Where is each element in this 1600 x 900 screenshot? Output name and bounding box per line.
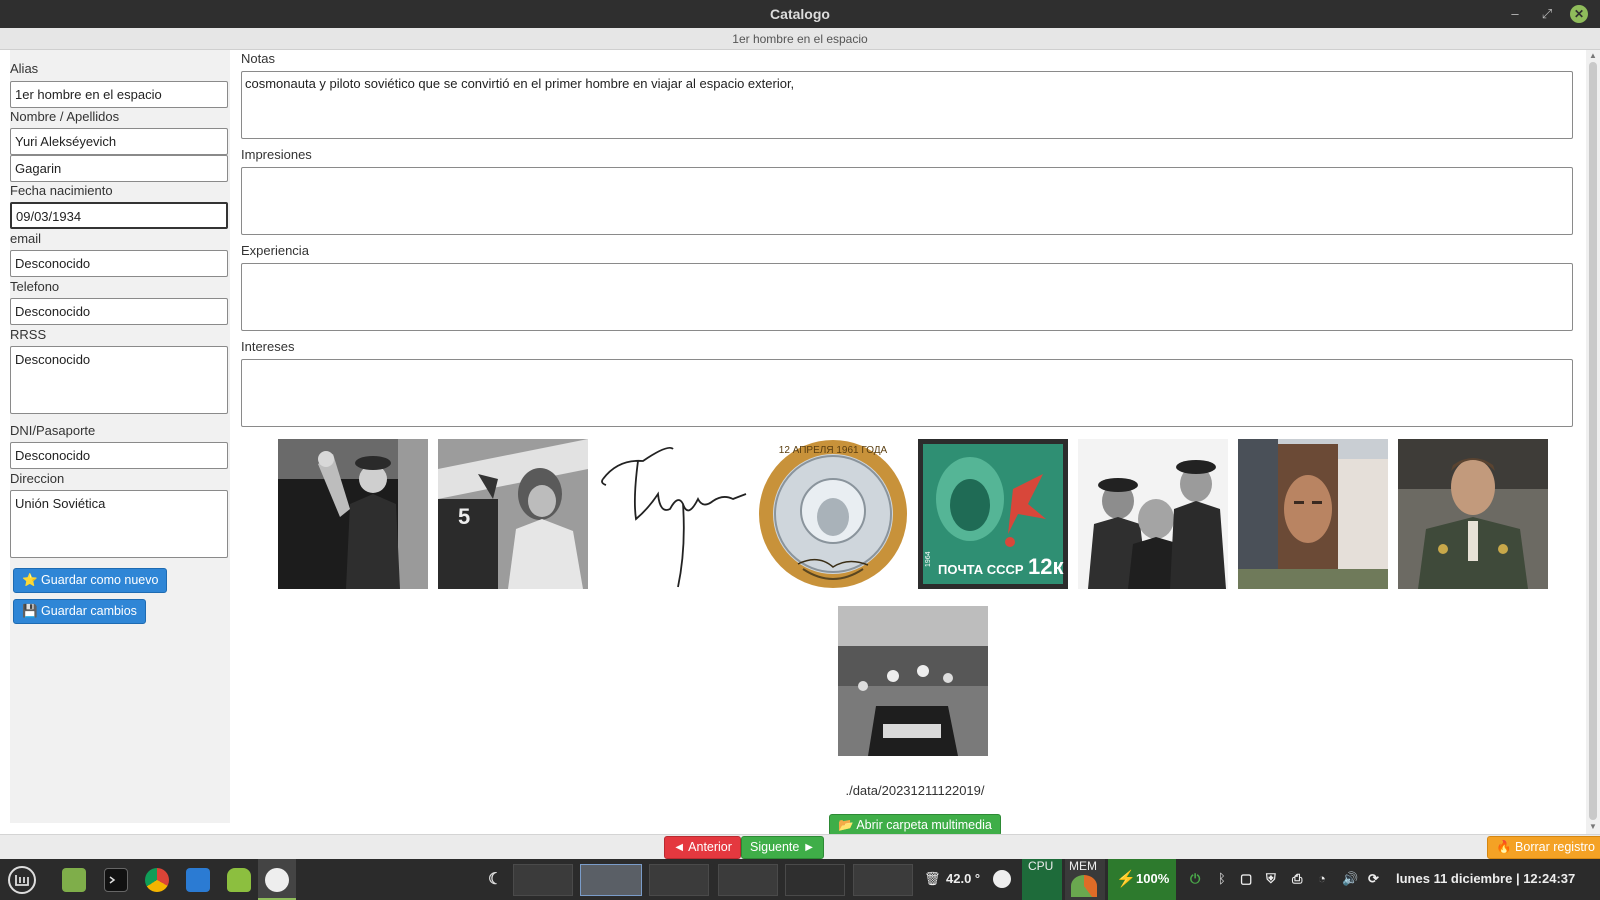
open-media-folder-button[interactable]: 📂 Abrir carpeta multimedia [829, 814, 1001, 836]
shield-icon[interactable]: ⛨ [1266, 871, 1276, 887]
record-navigation: ◄ Anterior Siguente ► 🔥 Borrar registro [0, 834, 1600, 859]
vscode-icon[interactable] [186, 868, 210, 892]
files-icon[interactable] [62, 868, 86, 892]
media-folder-path: ./data/20231211122019/ [845, 783, 985, 798]
main-area: Alias 1er hombre en el espacio Nombre / … [0, 50, 1600, 836]
window-titlebar: Catalogo – ⤢ ✕ [0, 0, 1600, 28]
temperature-readout: 42.0 ° [946, 871, 981, 886]
workspace-4[interactable] [718, 864, 778, 896]
scroll-up-icon[interactable]: ▲ [1588, 51, 1598, 60]
photo-thumbnail[interactable]: 5 [438, 439, 588, 589]
telefono-input[interactable]: Desconocido [10, 298, 228, 325]
volume-icon[interactable]: 🔊 [1342, 871, 1358, 887]
direccion-textarea[interactable]: Unión Soviética [10, 490, 228, 558]
clock-icon[interactable] [993, 870, 1011, 888]
maximize-button[interactable]: ⤢ [1538, 5, 1556, 23]
terminal-icon[interactable] [104, 868, 128, 892]
nombre-input[interactable]: Yuri Alekséyevich [10, 128, 228, 155]
bluetooth-icon[interactable]: ᛒ [1218, 871, 1226, 886]
cpu-monitor[interactable]: CPU [1022, 859, 1062, 900]
next-button[interactable]: Siguente ► [741, 836, 825, 859]
telefono-label: Telefono [10, 279, 60, 294]
intereses-label: Intereses [241, 339, 295, 354]
apellidos-input[interactable]: Gagarin [10, 155, 228, 182]
intereses-textarea[interactable] [241, 359, 1573, 427]
mem-label: MEM [1069, 859, 1097, 873]
photo-thumbnail[interactable] [1238, 439, 1388, 589]
menu-icon[interactable] [8, 866, 36, 894]
stamp-country: ПОЧТА СССР [938, 562, 1024, 577]
dni-label: DNI/Pasaporte [10, 423, 96, 438]
minimize-button[interactable]: – [1506, 5, 1524, 23]
night-mode-icon[interactable]: ☾ [488, 869, 502, 889]
wifi-icon[interactable]: ◔ [1318, 871, 1326, 886]
dni-input[interactable]: Desconocido [10, 442, 228, 469]
workspace-3[interactable] [649, 864, 709, 896]
fecha-label: Fecha nacimiento [10, 183, 113, 198]
email-label: email [10, 231, 42, 246]
clipboard-icon[interactable]: ▢ [1240, 871, 1252, 887]
photo-thumbnail[interactable] [838, 606, 988, 756]
battery-level: 100% [1136, 871, 1170, 886]
stamp-value: 12к [1028, 554, 1064, 579]
workspace-1[interactable] [513, 864, 573, 896]
notas-textarea[interactable]: cosmonauta y piloto soviético que se con… [241, 71, 1573, 139]
save-as-new-button[interactable]: ⭐ Guardar como nuevo [13, 568, 168, 593]
stamp-image[interactable]: ПОЧТА СССР 12к 1964 [918, 439, 1068, 589]
signature-image[interactable] [598, 439, 748, 589]
trash-icon[interactable]: 🗑 [924, 871, 941, 887]
alias-input[interactable]: 1er hombre en el espacio [10, 81, 228, 108]
vertical-scrollbar[interactable]: ▲ ▼ [1586, 50, 1600, 834]
photo-thumbnail[interactable] [278, 439, 428, 589]
stamp-year: 1964 [925, 551, 932, 567]
direccion-label: Direccion [10, 471, 65, 486]
rrss-textarea[interactable]: Desconocido [10, 346, 228, 414]
delete-record-button[interactable]: 🔥 Borrar registro [1487, 836, 1600, 859]
alias-label: Alias [10, 61, 39, 76]
window-title: Catalogo [770, 6, 830, 22]
cpu-label: CPU [1028, 859, 1054, 873]
workspace-2[interactable] [580, 864, 642, 896]
scroll-down-icon[interactable]: ▼ [1588, 822, 1598, 831]
workspace-5[interactable] [785, 864, 845, 896]
chrome-icon[interactable] [145, 868, 169, 892]
memory-monitor[interactable]: MEM [1065, 859, 1105, 900]
power-manager-icon[interactable]: ⏻ [1190, 871, 1200, 887]
experiencia-label: Experiencia [241, 243, 309, 258]
system-taskbar: ☾ 🗑 42.0 ° CPU MEM ⚡ 100% ⏻ ᛒ ▢ ⛨ ⎙ ◔ 🔊 … [0, 859, 1600, 900]
active-app-tab[interactable] [258, 859, 296, 900]
nombre-label: Nombre / Apellidos [10, 109, 120, 124]
previous-button[interactable]: ◄ Anterior [664, 836, 741, 859]
notas-label: Notas [241, 51, 275, 66]
impresiones-textarea[interactable] [241, 167, 1573, 235]
save-changes-button[interactable]: 💾 Guardar cambios [13, 599, 146, 624]
photo-thumbnail[interactable] [1078, 439, 1228, 589]
rrss-label: RRSS [10, 327, 47, 342]
coin-inscription: 12 АПРЕЛЯ 1961 ГОДА [779, 445, 888, 456]
android-icon[interactable] [227, 868, 251, 892]
svg-text:5: 5 [458, 504, 470, 529]
power-icon: ⚡ [1116, 871, 1136, 888]
scrollbar-thumb[interactable] [1589, 62, 1597, 820]
close-button[interactable]: ✕ [1570, 5, 1588, 23]
record-form: Alias 1er hombre en el espacio Nombre / … [10, 50, 230, 823]
printer-icon[interactable]: ⎙ [1292, 871, 1302, 887]
experiencia-textarea[interactable] [241, 263, 1573, 331]
email-input[interactable]: Desconocido [10, 250, 228, 277]
fecha-input[interactable]: 09/03/1934 [10, 202, 228, 229]
gear-icon [265, 868, 289, 892]
photo-thumbnail[interactable] [1398, 439, 1548, 589]
record-subtitle: 1er hombre en el espacio [0, 28, 1600, 50]
battery-indicator[interactable]: ⚡ 100% [1108, 859, 1176, 900]
workspace-6[interactable] [853, 864, 913, 896]
updates-icon[interactable]: ⟳ [1368, 871, 1379, 887]
memory-pie [1071, 875, 1097, 897]
impresiones-label: Impresiones [241, 147, 312, 162]
coin-image[interactable]: 12 АПРЕЛЯ 1961 ГОДА [758, 439, 908, 589]
datetime-clock[interactable]: lunes 11 diciembre | 12:24:37 [1396, 871, 1575, 886]
